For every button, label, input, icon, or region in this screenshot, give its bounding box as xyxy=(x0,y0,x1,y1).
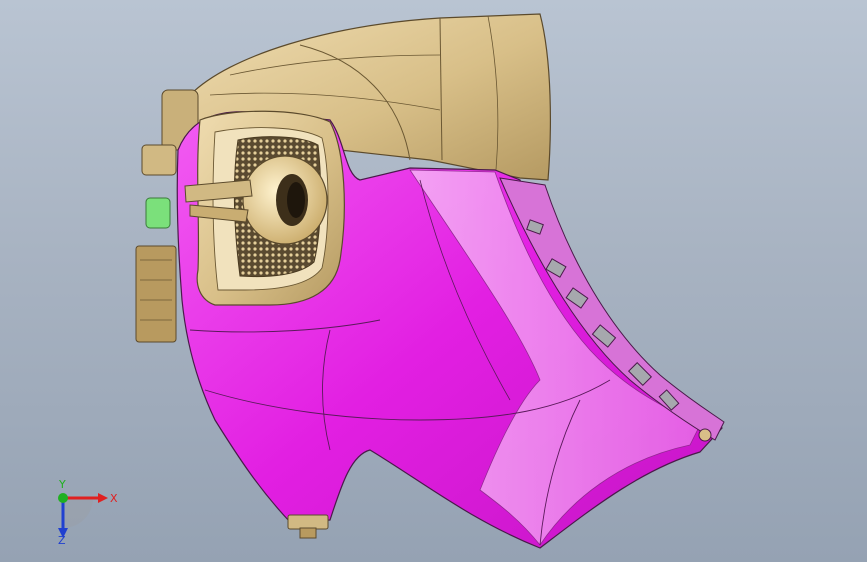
fastener-boss[interactable] xyxy=(698,428,712,442)
model-render[interactable] xyxy=(0,0,867,562)
triad-shadow xyxy=(63,498,93,528)
x-axis-label: X xyxy=(110,492,118,505)
orientation-triad[interactable]: X Y Z xyxy=(48,478,118,547)
z-axis-label: Z xyxy=(58,534,66,544)
green-clip[interactable] xyxy=(145,197,171,229)
cad-3d-viewport[interactable] xyxy=(0,0,867,562)
bottom-tab[interactable] xyxy=(287,514,329,530)
y-axis-dot xyxy=(58,493,68,503)
y-axis-label: Y xyxy=(58,478,66,491)
